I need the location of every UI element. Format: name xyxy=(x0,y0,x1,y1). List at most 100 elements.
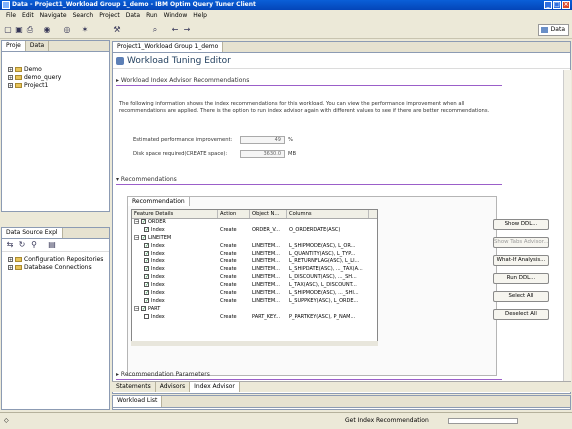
table-row[interactable]: ✓ Index Create LINEITEM... L_SUPPKEY(ASC), L… xyxy=(132,297,377,306)
table-row[interactable]: ✓ Index Create LINEITEM... L_SHIPMODE(ASC), … xyxy=(132,242,377,251)
print-icon[interactable]: ⎙ xyxy=(25,25,35,35)
maximize-button[interactable]: □ xyxy=(553,1,561,9)
tab-data-project[interactable]: Data xyxy=(26,41,50,51)
collapse-icon[interactable]: − xyxy=(134,219,139,225)
tab-statements[interactable]: Statements xyxy=(112,382,156,392)
row-checkbox[interactable] xyxy=(144,313,149,319)
database-icon[interactable]: ◎ xyxy=(62,25,72,35)
expand-icon[interactable]: + xyxy=(8,67,13,72)
minimize-button[interactable]: _ xyxy=(544,1,552,9)
tree-item-demo-query[interactable]: + demo_query xyxy=(8,74,109,82)
select-all-button[interactable]: Select All xyxy=(493,291,549,302)
column-header-columns[interactable]: Columns xyxy=(287,210,369,218)
run-icon[interactable]: ◉ xyxy=(42,25,52,35)
row-checkbox[interactable]: ✓ xyxy=(144,266,149,272)
table-row[interactable]: ✓ Index Create LINEITEM... L_QUANTITY(ASC), … xyxy=(132,250,377,259)
run-ddl-button[interactable]: Run DDL... xyxy=(493,273,549,284)
filter-icon[interactable]: ⚲ xyxy=(29,240,39,250)
table-row[interactable]: ✓ Index Create LINEITEM... L_SHIPMODE(ASC), … xyxy=(132,290,377,298)
tab-editor[interactable]: Project1_Workload Group 1_demo xyxy=(113,42,224,52)
row-checkbox[interactable]: ✓ xyxy=(144,258,149,264)
tools-icon[interactable]: ⚒ xyxy=(112,25,122,35)
show-ddl-button[interactable]: Show DDL... xyxy=(493,219,549,230)
forward-icon[interactable]: → xyxy=(182,25,192,35)
tab-data-source-explorer[interactable]: Data Source Expl xyxy=(2,228,63,238)
menu-file[interactable]: File xyxy=(3,10,19,21)
menu-help[interactable]: Help xyxy=(190,10,210,21)
row-checkbox[interactable]: ✓ xyxy=(144,274,149,280)
search-icon[interactable]: ⌕ xyxy=(150,25,160,35)
row-checkbox[interactable]: ✓ xyxy=(141,305,146,311)
menu-search[interactable]: Search xyxy=(70,10,97,21)
column-header-action[interactable]: Action xyxy=(218,210,250,218)
tree-item-configuration-repositories[interactable]: + Configuration Repositories xyxy=(8,256,109,264)
row-checkbox[interactable]: ✓ xyxy=(144,297,149,303)
column-header-feature-details[interactable]: Feature Details xyxy=(132,210,218,218)
what-if-analysis-button[interactable]: What-If Analysis... xyxy=(493,255,549,266)
back-icon[interactable]: ← xyxy=(170,25,180,35)
project-explorer: Proje Data + Demo + demo_query + Project1 xyxy=(1,40,110,212)
menu-data[interactable]: Data xyxy=(123,10,143,21)
estimated-improvement-field[interactable]: 49 xyxy=(240,136,285,144)
section-recommendation-parameters[interactable]: ▸ Recommendation Parameters xyxy=(116,370,502,380)
tab-recommendation[interactable]: Recommendation xyxy=(127,196,190,206)
table-row[interactable]: Index Create PART_KEY... P_PARTKEY(ASC), P_… xyxy=(132,313,377,322)
cell-columns: O_ORDERDATE(ASC) xyxy=(289,226,341,233)
table-row[interactable]: − ✓ LINEITEM xyxy=(132,234,377,243)
table-row[interactable]: ✓ Index Create LINEITEM... L_DISCOUNT(ASC), … xyxy=(132,274,377,282)
section-recommendations[interactable]: ▾ Recommendations xyxy=(116,175,502,185)
tree-item-database-connections[interactable]: + Database Connections xyxy=(8,264,109,272)
tree-item-project1[interactable]: + Project1 xyxy=(8,82,109,90)
wizard-icon[interactable]: ✶ xyxy=(80,25,90,35)
editor-vertical-scrollbar[interactable] xyxy=(563,70,571,381)
table-row[interactable]: ✓ Index Create ORDER_V... O_ORDERDATE(ASC) xyxy=(132,226,377,235)
tab-advisors[interactable]: Advisors xyxy=(156,382,191,392)
menu-navigate[interactable]: Navigate xyxy=(37,10,70,21)
row-checkbox[interactable]: ✓ xyxy=(144,242,149,248)
menu-run[interactable]: Run xyxy=(143,10,161,21)
expand-icon[interactable]: + xyxy=(8,83,13,88)
row-checkbox[interactable]: ✓ xyxy=(144,282,149,288)
mb-unit: MB xyxy=(288,151,297,157)
close-button[interactable]: × xyxy=(562,1,570,9)
cell-columns xyxy=(287,219,369,227)
tree-item-demo[interactable]: + Demo xyxy=(8,66,109,74)
connect-icon[interactable]: ⇆ xyxy=(5,240,15,250)
table-horizontal-scrollbar[interactable] xyxy=(131,341,378,346)
row-checkbox[interactable]: ✓ xyxy=(141,234,146,240)
show-tabs-advisor-button[interactable]: Show Tabs Advisor... xyxy=(493,237,549,248)
row-checkbox[interactable]: ✓ xyxy=(144,290,149,296)
table-row[interactable]: − ✓ PART xyxy=(132,305,377,314)
menu-edit[interactable]: Edit xyxy=(19,10,37,21)
table-row[interactable]: ✓ Index Create LINEITEM... L_TAX(ASC), L_DIS… xyxy=(132,282,377,290)
table-row[interactable]: − ✓ ORDER xyxy=(132,219,377,227)
menu-project[interactable]: Project xyxy=(96,10,123,21)
perspective-switcher[interactable]: Data xyxy=(537,24,569,36)
table-row[interactable]: ✓ Index Create LINEITEM... L_RETURNFLAG(ASC)… xyxy=(132,258,377,266)
table-row[interactable]: ✓ Index Create LINEITEM... L_SHIPDATE(ASC), … xyxy=(132,266,377,274)
tab-workload-list[interactable]: Workload List xyxy=(113,396,163,407)
refresh-icon[interactable]: ↻ xyxy=(17,240,27,250)
row-checkbox[interactable]: ✓ xyxy=(141,219,146,225)
tab-project-explorer[interactable]: Proje xyxy=(2,41,26,51)
cell-feature-details: ✓ Index xyxy=(132,250,218,259)
feature-label: PART xyxy=(148,305,161,312)
menu-window[interactable]: Window xyxy=(161,10,191,21)
row-checkbox[interactable]: ✓ xyxy=(144,226,149,232)
deselect-all-button[interactable]: Deselect All xyxy=(493,309,549,320)
expand-icon[interactable]: + xyxy=(8,257,13,262)
tab-index-advisor[interactable]: Index Advisor xyxy=(190,382,240,392)
row-checkbox[interactable]: ✓ xyxy=(144,250,149,256)
collapse-icon[interactable]: − xyxy=(134,305,139,311)
save-icon[interactable]: ▣ xyxy=(14,25,24,35)
column-header-object-name[interactable]: Object N... xyxy=(250,210,287,218)
window-title: Data - Project1_Workload Group 1_demo - … xyxy=(12,1,256,8)
cell-object-name: PART_KEY... xyxy=(252,313,281,320)
section-index-advisor[interactable]: ▸ Workload Index Advisor Recommendations xyxy=(116,76,502,86)
expand-icon[interactable]: + xyxy=(8,265,13,270)
collapse-icon[interactable]: ▤ xyxy=(47,240,57,250)
disk-space-field[interactable]: 3630.0 xyxy=(240,150,285,158)
expand-icon[interactable]: + xyxy=(8,75,13,80)
new-icon[interactable]: ▢ xyxy=(3,25,13,35)
collapse-icon[interactable]: − xyxy=(134,234,139,240)
